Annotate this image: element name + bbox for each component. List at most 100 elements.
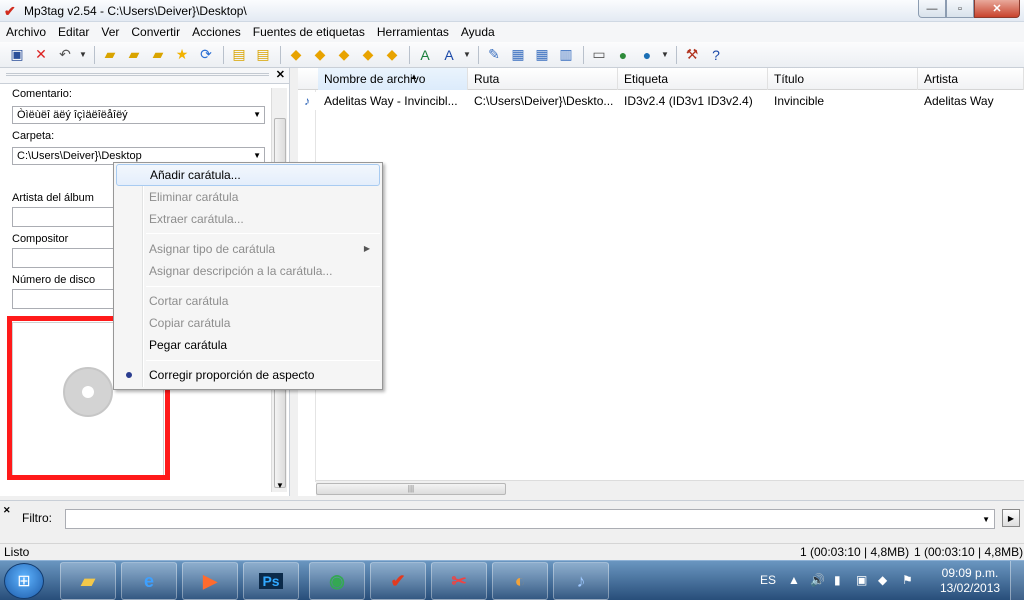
flag-icon[interactable]: ⚑ [902, 573, 913, 587]
menu-item-asignar-tipo[interactable]: Asignar tipo de carátula ▶ [116, 238, 380, 260]
start-button[interactable]: ⊞ [4, 563, 44, 599]
volume-icon[interactable]: 🔊 [810, 573, 825, 587]
toolbar-separator [676, 45, 677, 64]
photoshop-icon[interactable]: Ps [243, 562, 299, 600]
carpeta-value: C:\Users\Deiver}\Desktop [17, 150, 142, 162]
menu-ver[interactable]: Ver [95, 22, 125, 42]
show-desktop-button[interactable] [1010, 561, 1024, 600]
export-icon[interactable]: ▤ [228, 44, 250, 66]
print-icon[interactable]: ▭ [588, 44, 610, 66]
case-dropdown-icon[interactable]: ▼ [462, 44, 472, 66]
web-icon[interactable]: ● [612, 44, 634, 66]
clock[interactable]: 09:09 p.m. 13/02/2013 [940, 566, 1000, 596]
filter-input[interactable]: ▼ [65, 509, 995, 529]
date-text: 13/02/2013 [940, 581, 1001, 595]
remove-icon[interactable]: ✕ [30, 44, 52, 66]
menu-convertir[interactable]: Convertir [125, 22, 186, 42]
menu-item-eliminar-caratula[interactable]: Eliminar carátula [116, 186, 380, 208]
menu-archivo[interactable]: Archivo [0, 22, 52, 42]
mp3tag-app-icon[interactable]: ✔ [4, 4, 18, 18]
menu-bar: Archivo Editar Ver Convertir Acciones Fu… [0, 22, 1024, 42]
selected-count: 1 (00:03:10 | 4,8MB) [800, 545, 910, 559]
menu-item-anadir-caratula[interactable]: Añadir carátula... [116, 164, 380, 186]
chevron-down-icon[interactable]: ▼ [253, 151, 261, 160]
menu-item-pegar-caratula[interactable]: Pegar carátula [116, 334, 380, 356]
menu-item-cortar-caratula[interactable]: Cortar carátula [116, 290, 380, 312]
menu-acciones[interactable]: Acciones [186, 22, 247, 42]
maximize-button[interactable]: ▫ [946, 0, 974, 18]
language-indicator[interactable]: ES [760, 573, 776, 587]
auto-numbering-icon[interactable]: ◆ [381, 44, 403, 66]
media-player-icon[interactable]: ▶ [182, 562, 238, 600]
itunes-icon[interactable]: ♪ [553, 562, 609, 600]
refresh-icon[interactable]: ⟳ [195, 44, 217, 66]
minimize-button[interactable]: — [918, 0, 946, 18]
chevron-down-icon[interactable]: ▼ [253, 110, 261, 119]
scrollbar-thumb[interactable]: ||| [316, 483, 506, 495]
tag-to-tag-icon[interactable]: ◆ [357, 44, 379, 66]
menu-item-copiar-caratula[interactable]: Copiar carátula [116, 312, 380, 334]
undo-dropdown-icon[interactable]: ▼ [78, 44, 88, 66]
add-directory-alt-icon[interactable]: ▰ [123, 44, 145, 66]
text-file-to-tag-icon[interactable]: ◆ [333, 44, 355, 66]
extended-tags-icon[interactable]: ✎ [483, 44, 505, 66]
case-conversion-icon[interactable]: A [438, 44, 460, 66]
menu-herramientas[interactable]: Herramientas [371, 22, 455, 42]
freedb-icon[interactable]: ● [636, 44, 658, 66]
chrome-icon[interactable]: ◉ [309, 562, 365, 600]
options-icon[interactable]: ⚒ [681, 44, 703, 66]
network-icon[interactable]: ▮ [834, 573, 841, 587]
paint-alt-icon[interactable]: ◐ [492, 562, 548, 600]
favorite-star-icon[interactable]: ★ [171, 44, 193, 66]
column-etiqueta[interactable]: Etiqueta [618, 68, 768, 90]
help-icon[interactable]: ? [705, 44, 727, 66]
table-row[interactable]: ♪ Adelitas Way - Invincibl... C:\Users\D… [298, 92, 1024, 110]
filter-label: Filtro: [22, 511, 52, 525]
numbering-wizard-icon[interactable]: ▥ [555, 44, 577, 66]
comentario-field[interactable]: Òìëùëî äëý îçìäëîëåîëý ▼ [12, 106, 265, 124]
paint-icon[interactable]: ✂ [431, 562, 487, 600]
menu-item-extraer-caratula[interactable]: Extraer carátula... [116, 208, 380, 230]
close-button[interactable]: ✕ [974, 0, 1020, 18]
dropbox-icon[interactable]: ◆ [878, 573, 887, 587]
actions-icon[interactable]: ▦ [507, 44, 529, 66]
artista-album-label: Artista del álbum [12, 192, 94, 204]
menu-item-corregir-proporcion[interactable]: Corregir proporción de aspecto [116, 364, 380, 386]
tag-to-filename-icon[interactable]: ◆ [285, 44, 307, 66]
add-directory-icon[interactable]: ▰ [99, 44, 121, 66]
column-titulo[interactable]: Título [768, 68, 918, 90]
time-text: 09:09 p.m. [941, 566, 999, 580]
menu-item-asignar-descripcion[interactable]: Asignar descripción a la carátula... [116, 260, 380, 282]
menu-ayuda[interactable]: Ayuda [455, 22, 501, 42]
open-folder-icon[interactable]: ▰ [147, 44, 169, 66]
panel-grip[interactable] [6, 73, 269, 76]
menu-fuentes-de-etiquetas[interactable]: Fuentes de etiquetas [247, 22, 371, 42]
web-dropdown-icon[interactable]: ▼ [660, 44, 670, 66]
radio-bullet-icon [126, 372, 132, 378]
chevron-down-icon[interactable]: ▼ [982, 515, 990, 524]
menu-editar[interactable]: Editar [52, 22, 95, 42]
scroll-down-icon[interactable]: ▼ [276, 481, 284, 490]
menu-item-label: Corregir proporción de aspecto [149, 368, 315, 382]
save-icon[interactable]: ▣ [6, 44, 28, 66]
quick-actions-icon[interactable]: ▦ [531, 44, 553, 66]
replace-icon[interactable]: A [414, 44, 436, 66]
internet-explorer-icon[interactable]: e [121, 562, 177, 600]
filename-to-tag-icon[interactable]: ◆ [309, 44, 331, 66]
column-artista[interactable]: Artista [918, 68, 1024, 90]
show-hidden-icons-icon[interactable]: ▲ [788, 573, 800, 587]
device-icon[interactable]: ▣ [856, 573, 867, 587]
filter-apply-button[interactable]: ▶ [1002, 509, 1020, 527]
column-ruta[interactable]: Ruta [468, 68, 618, 90]
explorer-icon[interactable]: ▰ [60, 562, 116, 600]
horizontal-scrollbar[interactable]: ||| [316, 480, 1024, 496]
total-count: 1 (00:03:10 | 4,8MB) [914, 545, 1024, 559]
close-panel-icon[interactable]: ✕ [276, 68, 285, 81]
column-nombre-de-archivo[interactable]: ▲ Nombre de archivo [318, 68, 468, 90]
mp3tag-icon[interactable]: ✔ [370, 562, 426, 600]
close-filter-icon[interactable]: ✕ [3, 505, 11, 516]
undo-icon[interactable]: ↶ [54, 44, 76, 66]
menu-separator [146, 286, 380, 287]
export-alt-icon[interactable]: ▤ [252, 44, 274, 66]
window-controls: — ▫ ✕ [918, 0, 1020, 18]
